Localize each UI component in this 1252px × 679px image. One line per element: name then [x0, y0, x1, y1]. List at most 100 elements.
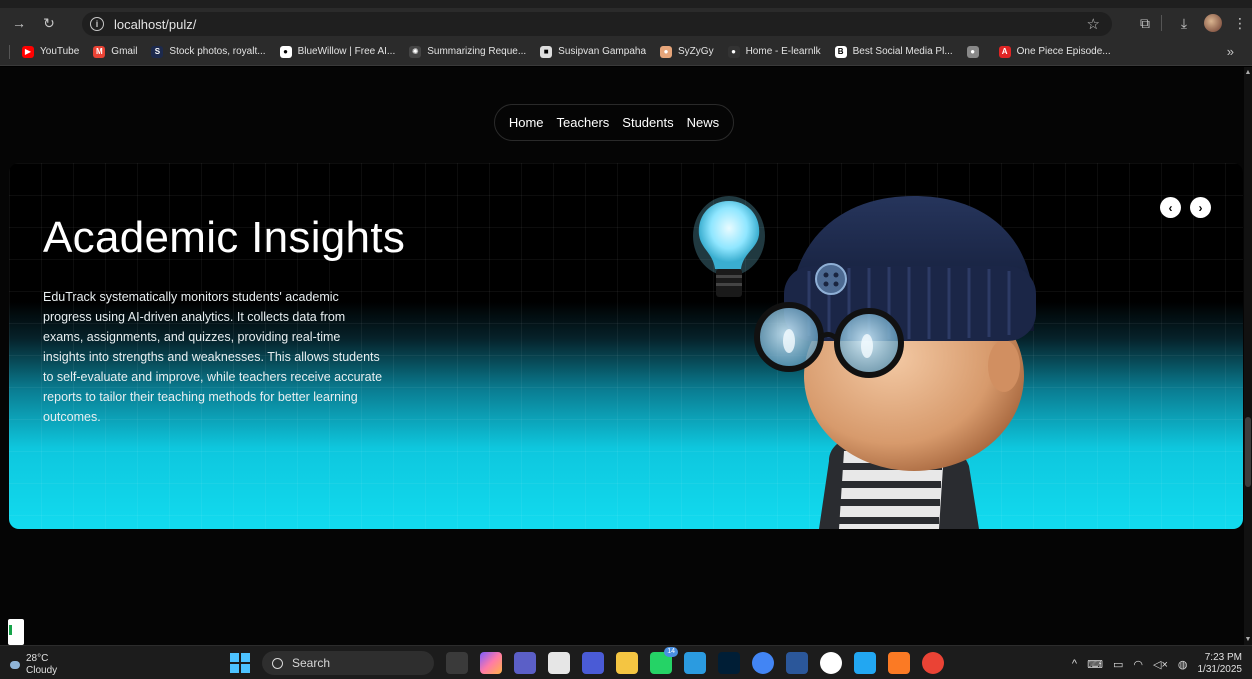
bookmark-favicon-icon: B: [834, 45, 847, 58]
bookmarks-bar: ▶ YouTube M Gmail S Stock photos, royalt... ● B…: [0, 38, 1252, 66]
bookmarks-separator: [0, 44, 10, 59]
bookmark-label: Stock photos, royalt...: [169, 46, 266, 57]
bookmark-label: SyZyGy: [678, 46, 714, 57]
bookmark-label: Summarizing Reque...: [427, 46, 527, 57]
bookmark-item[interactable]: M Gmail: [93, 45, 138, 58]
bookmark-favicon-icon: ■: [540, 45, 553, 58]
nav-home[interactable]: Home: [509, 115, 544, 130]
bookmark-label: Susipvan Gampaha: [558, 46, 647, 57]
bookmark-label: One Piece Episode...: [1016, 46, 1111, 57]
whatsapp-icon[interactable]: 14: [650, 647, 678, 674]
site-info-icon[interactable]: i: [90, 17, 104, 31]
copilot-icon[interactable]: [480, 652, 502, 674]
forward-icon[interactable]: →: [8, 12, 30, 34]
bookmark-item[interactable]: B Best Social Media Pl...: [834, 45, 953, 58]
hero-description: EduTrack systematically monitors student…: [43, 290, 383, 424]
toolbar-separator: [1161, 15, 1162, 31]
bookmark-favicon-icon: S: [151, 45, 164, 58]
bookmark-item[interactable]: ▶ YouTube: [22, 45, 80, 58]
bookmark-favicon-icon: A: [998, 45, 1011, 58]
nav-news[interactable]: News: [687, 115, 720, 130]
toolbar-actions: ⧉ ⤓ ⋮: [1127, 8, 1252, 38]
cloud-icon: [10, 661, 20, 669]
chrome-profile-icon[interactable]: [922, 652, 944, 674]
student-character-illustration: [693, 196, 1036, 529]
prev-slide-button[interactable]: ‹: [1160, 197, 1181, 218]
bookmark-label: YouTube: [40, 46, 80, 57]
bookmark-favicon-icon: M: [93, 45, 106, 58]
scroll-up-icon[interactable]: ▲: [1244, 69, 1252, 76]
search-icon: [272, 657, 283, 669]
teams-icon[interactable]: [514, 652, 536, 674]
chrome-icon[interactable]: [752, 652, 774, 674]
edge-icon[interactable]: [684, 652, 706, 674]
notification-icon[interactable]: ◍: [1178, 658, 1188, 671]
vscode-icon[interactable]: [854, 652, 876, 674]
taskbar-search[interactable]: Search: [262, 651, 434, 675]
task-view-icon[interactable]: [446, 652, 468, 674]
bookmark-item[interactable]: ● BlueWillow | Free AI...: [279, 45, 396, 58]
windows-start-icon[interactable]: [230, 653, 250, 673]
browser-window: → ↻ i localhost/pulz/ ☆ ⧉ ⤓ ⋮ ▶ YouTube M G…: [0, 0, 1252, 679]
photoshop-icon[interactable]: [718, 652, 740, 674]
slider-controls: ‹ ›: [1160, 197, 1211, 218]
bookmark-star-icon[interactable]: ☆: [1087, 15, 1100, 33]
bookmark-item[interactable]: ■ Susipvan Gampaha: [540, 45, 647, 58]
hero-title: Academic Insights: [43, 213, 406, 262]
floating-widget[interactable]: [8, 619, 24, 645]
tray-chevron-icon[interactable]: ^: [1072, 658, 1077, 670]
weather-temp: 28°C: [26, 653, 49, 664]
next-slide-button[interactable]: ›: [1190, 197, 1211, 218]
bookmark-favicon-icon: ✺: [409, 45, 422, 58]
bookmark-favicon-icon: ●: [279, 45, 292, 58]
bookmark-item[interactable]: A One Piece Episode...: [998, 45, 1111, 58]
taskbar-apps: Search 14: [230, 647, 944, 675]
bookmark-label: BlueWillow | Free AI...: [297, 46, 396, 57]
bookmarks-overflow-icon[interactable]: »: [1227, 44, 1234, 59]
scroll-down-icon[interactable]: ▼: [1244, 636, 1252, 643]
clock[interactable]: 7:23 PM 1/31/2025: [1198, 652, 1243, 676]
extensions-icon[interactable]: ⧉: [1133, 15, 1157, 32]
store-icon[interactable]: [548, 652, 570, 674]
system-tray: ^ ⌨ ▭ ◠ ◁× ◍ 7:23 PM 1/31/2025: [1072, 652, 1242, 676]
word-icon[interactable]: [786, 652, 808, 674]
main-nav: Home Teachers Students News: [494, 104, 734, 141]
weather-desc: Cloudy: [26, 665, 58, 676]
download-icon[interactable]: ⤓: [1172, 15, 1196, 32]
page-scrollbar[interactable]: ▲ ▼: [1244, 67, 1252, 645]
bookmark-label: Best Social Media Pl...: [852, 46, 953, 57]
file-explorer-icon[interactable]: [616, 652, 638, 674]
scrollbar-thumb[interactable]: [1245, 417, 1251, 487]
browser-toolbar: → ↻ i localhost/pulz/ ☆ ⧉ ⤓ ⋮: [0, 8, 1252, 38]
search-label: Search: [292, 656, 331, 670]
address-bar[interactable]: i localhost/pulz/ ☆: [82, 12, 1112, 36]
url-text[interactable]: localhost/pulz/: [114, 17, 196, 32]
keyboard-icon[interactable]: ⌨: [1087, 658, 1103, 671]
weather-widget[interactable]: 28°C Cloudy: [10, 653, 57, 677]
bookmark-item[interactable]: ● Home - E-learnlk: [727, 45, 821, 58]
profile-avatar[interactable]: [1204, 14, 1222, 32]
page-content: Home Teachers Students News Academic Ins…: [0, 67, 1244, 645]
nav-teachers[interactable]: Teachers: [557, 115, 610, 130]
bookmark-label: Home - E-learnlk: [745, 46, 821, 57]
whatsapp-badge: 14: [664, 647, 678, 657]
github-icon[interactable]: [820, 652, 842, 674]
display-icon[interactable]: ▭: [1113, 658, 1123, 671]
xampp-icon[interactable]: [888, 652, 910, 674]
menu-kebab-icon[interactable]: ⋮: [1228, 15, 1252, 32]
pinned-apps: 14: [616, 647, 944, 674]
bookmark-favicon-icon: ●: [727, 45, 740, 58]
cap-app-icon[interactable]: [582, 652, 604, 674]
nav-students[interactable]: Students: [622, 115, 673, 130]
bookmarks-list: ▶ YouTube M Gmail S Stock photos, royalt... ● B…: [22, 45, 1125, 58]
bookmark-favicon-icon: ●: [660, 45, 673, 58]
bookmark-item[interactable]: ●: [966, 45, 985, 58]
bookmark-item[interactable]: ✺ Summarizing Reque...: [409, 45, 527, 58]
clock-time: 7:23 PM: [1204, 652, 1242, 663]
reload-icon[interactable]: ↻: [38, 12, 60, 34]
bookmark-item[interactable]: ● SyZyGy: [660, 45, 714, 58]
bookmark-item[interactable]: S Stock photos, royalt...: [151, 45, 266, 58]
volume-muted-icon[interactable]: ◁×: [1153, 658, 1168, 671]
bookmark-label: Gmail: [111, 46, 138, 57]
wifi-icon[interactable]: ◠: [1133, 658, 1143, 671]
